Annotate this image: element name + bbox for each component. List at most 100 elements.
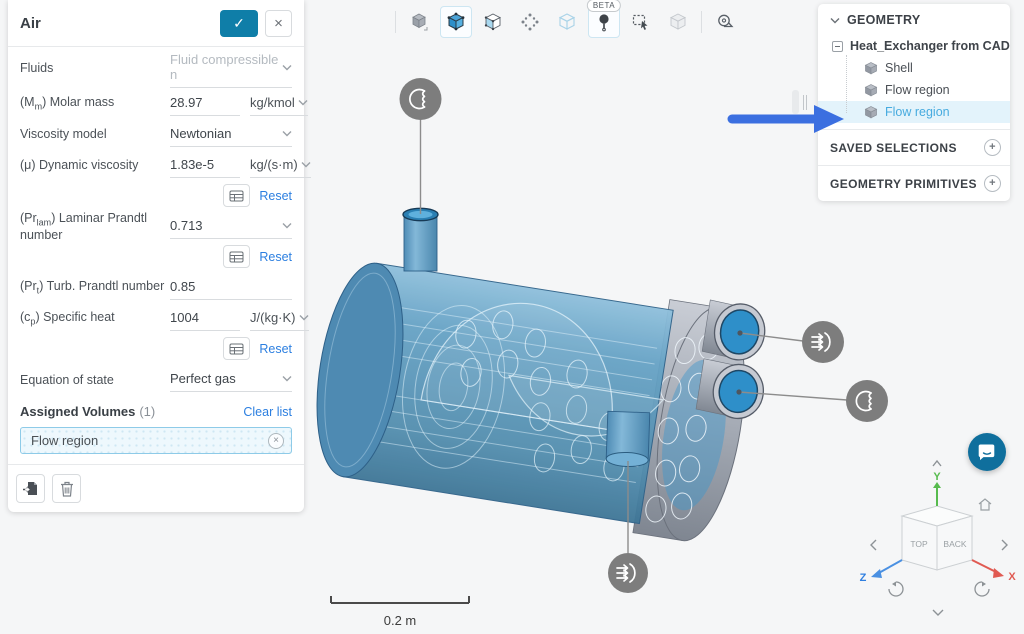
turb-prandtl-input[interactable]: 0.85 — [170, 276, 292, 300]
field-row-equation-of-state: Equation of state Perfect gas — [20, 364, 292, 395]
chevron-down-icon[interactable] — [933, 610, 943, 615]
cube-icon — [864, 83, 878, 97]
dynamic-viscosity-reset-row: Reset — [20, 181, 292, 211]
probe-point-button[interactable]: BETA — [588, 6, 620, 38]
laminar-prandtl-label: (Prlam) Laminar Prandtl number — [20, 211, 170, 242]
measure-button[interactable] — [709, 6, 741, 38]
y-axis-label: Y — [933, 471, 941, 483]
cube-face-back-label[interactable]: BACK — [943, 539, 966, 549]
table-input-button[interactable] — [223, 245, 250, 268]
tree-item-flow-region-1[interactable]: Flow region — [818, 79, 1010, 101]
viewer-toolbar: BETA — [393, 6, 741, 38]
laminar-prandtl-reset-row: Reset — [20, 242, 292, 272]
assigned-volume-chip-label: Flow region — [31, 433, 268, 448]
assign-volume-button[interactable] — [16, 474, 45, 503]
reset-link[interactable]: Reset — [259, 189, 292, 203]
rotate-right-chevron[interactable] — [1002, 540, 1007, 550]
select-face-button[interactable] — [477, 6, 509, 38]
chevron-down-icon[interactable] — [282, 64, 292, 71]
roll-ccw-icon[interactable] — [889, 582, 903, 597]
fluids-select[interactable]: Fluid compressible n — [170, 49, 292, 88]
specific-heat-input[interactable]: 1004 — [170, 307, 240, 331]
material-title: Air — [20, 15, 220, 32]
cube-face-top-label[interactable]: TOP — [910, 539, 928, 549]
scale-bar — [331, 596, 469, 603]
top-nozzle[interactable] — [403, 208, 438, 271]
chevron-down-icon[interactable] — [282, 222, 292, 229]
material-panel: Air ✓ × Fluids Fluid compressible n (Mm)… — [8, 0, 304, 512]
table-input-button[interactable] — [223, 184, 250, 207]
chevron-down-icon[interactable] — [282, 375, 292, 382]
add-geometry-primitive-button[interactable]: + — [984, 175, 1001, 192]
apply-button[interactable]: ✓ — [220, 10, 258, 37]
dynamic-viscosity-input[interactable]: 1.83e-5 — [170, 154, 240, 178]
specific-heat-reset-row: Reset — [20, 334, 292, 364]
roll-cw-icon[interactable] — [975, 582, 989, 597]
cancel-button[interactable]: × — [265, 10, 292, 37]
z-axis-label: Z — [860, 572, 867, 584]
laminar-prandtl-input[interactable]: 0.713 — [170, 215, 292, 239]
z-axis-arrow — [871, 569, 882, 578]
rotate-left-chevron[interactable] — [871, 540, 876, 550]
field-row-turb-prandtl: (Prt) Turb. Prandtl number 0.85 — [20, 272, 292, 303]
specific-heat-unit-select[interactable]: J/(kg·K) — [250, 307, 309, 331]
dynamic-viscosity-unit-select[interactable]: kg/(s·m) — [250, 154, 311, 178]
assigned-volumes-header: Assigned Volumes (1) Clear list — [20, 395, 292, 421]
viscosity-model-select[interactable]: Newtonian — [170, 123, 292, 147]
field-row-laminar-prandtl: (Prlam) Laminar Prandtl number 0.713 — [20, 211, 292, 242]
beta-badge: BETA — [587, 0, 621, 12]
table-input-button[interactable] — [223, 337, 250, 360]
tree-item-shell[interactable]: Shell — [818, 57, 1010, 79]
x-axis-arrow — [993, 568, 1004, 578]
chevron-down-icon[interactable] — [301, 161, 311, 168]
box-select-icon — [631, 12, 651, 32]
delete-material-button[interactable] — [52, 474, 81, 503]
marker-outlet-top[interactable] — [400, 78, 442, 120]
box-select-button[interactable] — [625, 6, 657, 38]
select-vertex-button[interactable] — [514, 6, 546, 38]
marker-inlet-right[interactable] — [802, 321, 844, 363]
chat-bubble-icon — [978, 443, 996, 461]
pipe-bottom-anchor-dot — [736, 389, 741, 394]
reset-link[interactable]: Reset — [259, 342, 292, 356]
marker-inlet-bottom[interactable] — [608, 553, 648, 593]
material-panel-header: Air ✓ × — [8, 0, 304, 47]
probe-pin-icon — [594, 12, 614, 32]
view-cube-widget[interactable]: TOP BACK Y Z X — [855, 458, 1023, 630]
remove-assignment-icon[interactable]: × — [268, 433, 284, 449]
chevron-down-icon[interactable] — [298, 99, 308, 106]
geometry-primitives-section[interactable]: GEOMETRY PRIMITIVES + — [818, 165, 1010, 201]
nav-cube[interactable]: TOP BACK — [902, 506, 972, 570]
marker-outlet-right[interactable] — [846, 380, 888, 422]
chevron-down-icon[interactable] — [299, 314, 309, 321]
scale-bar-label: 0.2 m — [384, 613, 417, 628]
molar-mass-input[interactable]: 28.97 — [170, 92, 240, 116]
clear-list-link[interactable]: Clear list — [243, 405, 292, 419]
app-window: 0.2 m Air ✓ × Fluids Fluid compressible … — [0, 0, 1024, 634]
tree-root-item[interactable]: Heat_Exchanger from CAD Mo... — [818, 35, 1010, 57]
specific-heat-label: (cp) Specific heat — [20, 310, 170, 327]
select-edge-button[interactable] — [551, 6, 583, 38]
material-panel-footer — [8, 464, 304, 512]
bottom-nozzle[interactable] — [606, 411, 650, 467]
reset-link[interactable]: Reset — [259, 250, 292, 264]
add-saved-selection-button[interactable]: + — [984, 139, 1001, 156]
collapse-icon[interactable] — [832, 41, 843, 52]
z-axis — [877, 560, 902, 574]
molar-mass-label: (Mm) Molar mass — [20, 95, 170, 112]
cube-icon — [864, 105, 878, 119]
select-volume-button[interactable] — [440, 6, 472, 38]
isolate-button[interactable] — [662, 6, 694, 38]
molar-mass-unit-select[interactable]: kg/kmol — [250, 92, 308, 116]
chevron-up-icon[interactable] — [933, 461, 941, 466]
geometry-section-header[interactable]: GEOMETRY — [818, 4, 1010, 35]
heat-exchanger-model[interactable] — [302, 208, 777, 549]
equation-of-state-select[interactable]: Perfect gas — [170, 368, 292, 392]
home-view-icon[interactable] — [979, 499, 991, 510]
assigned-volume-chip[interactable]: Flow region × — [20, 427, 292, 454]
chevron-down-icon[interactable] — [282, 130, 292, 137]
support-chat-button[interactable] — [968, 433, 1006, 471]
assign-volume-icon — [22, 481, 39, 497]
annotation-arrow — [724, 100, 850, 138]
select-mode-button[interactable] — [403, 6, 435, 38]
